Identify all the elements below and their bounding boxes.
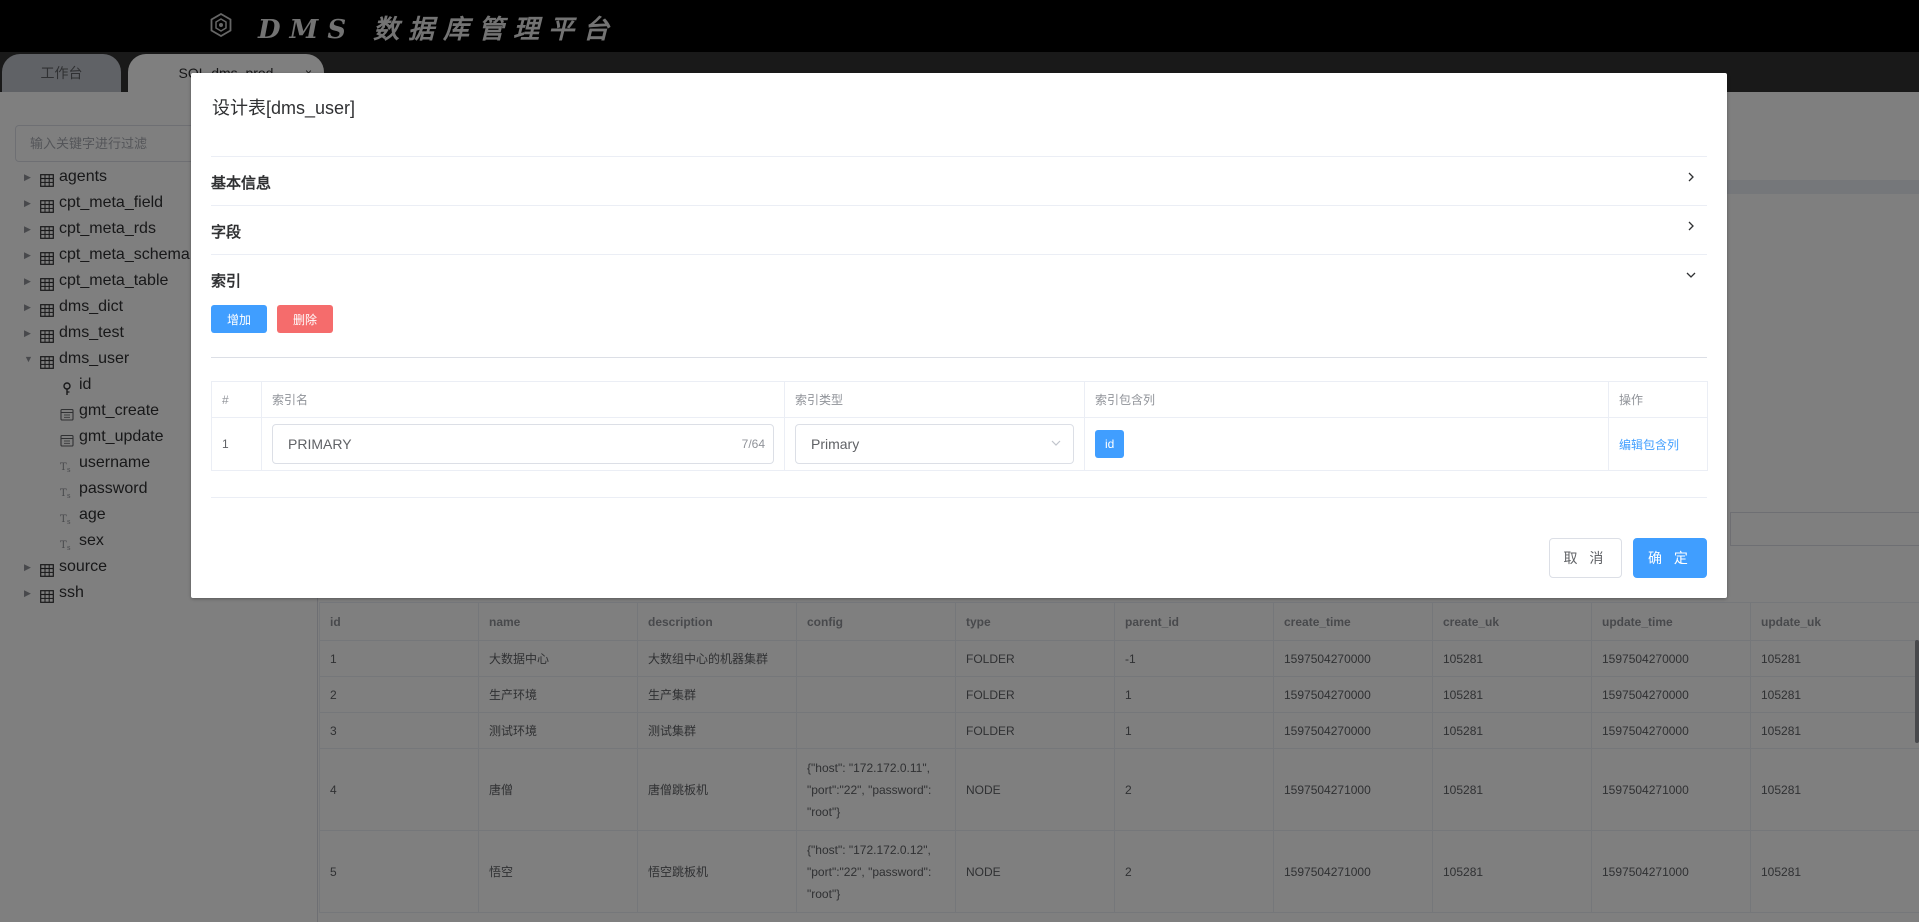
column-tag[interactable]: id bbox=[1095, 430, 1125, 458]
column-header: 索引名 bbox=[261, 381, 785, 418]
section-indexes[interactable]: 索引 bbox=[211, 254, 1707, 303]
index-type-select[interactable]: Primary bbox=[795, 424, 1074, 464]
row-number: 1 bbox=[211, 417, 262, 471]
section-title: 基本信息 bbox=[211, 175, 272, 192]
column-header: # bbox=[211, 381, 262, 418]
index-table: # 索引名 索引类型 索引包含列 操作 1 PRIMARY 7/64 Prima bbox=[211, 381, 1708, 471]
column-header: 操作 bbox=[1608, 381, 1708, 418]
cancel-button[interactable]: 取 消 bbox=[1549, 538, 1622, 578]
section-fields[interactable]: 字段 bbox=[211, 205, 1707, 254]
confirm-button[interactable]: 确 定 bbox=[1633, 538, 1707, 578]
column-header: 索引包含列 bbox=[1084, 381, 1609, 418]
chevron-right-icon bbox=[1688, 172, 1694, 182]
divider bbox=[211, 497, 1707, 498]
design-table-dialog: 设计表[dms_user] 基本信息 字段 索引 增加 删除 # 索引名 索引类… bbox=[191, 73, 1727, 598]
section-title: 索引 bbox=[211, 273, 242, 290]
index-name-input[interactable]: PRIMARY 7/64 bbox=[272, 424, 774, 464]
delete-index-button[interactable]: 删除 bbox=[277, 305, 333, 333]
index-type-value: Primary bbox=[811, 436, 860, 452]
section-basic-info[interactable]: 基本信息 bbox=[211, 156, 1707, 205]
divider bbox=[211, 357, 1707, 358]
index-name-value: PRIMARY bbox=[288, 436, 352, 452]
dialog-title: 设计表[dms_user] bbox=[212, 98, 356, 118]
edit-columns-link[interactable]: 编辑包含列 bbox=[1619, 438, 1679, 452]
section-title: 字段 bbox=[211, 224, 242, 241]
column-header: 索引类型 bbox=[784, 381, 1085, 418]
chevron-down-icon bbox=[1051, 440, 1061, 446]
table-row: 1 PRIMARY 7/64 Primary id 编辑包含列 bbox=[211, 417, 1708, 471]
add-index-button[interactable]: 增加 bbox=[211, 305, 267, 333]
chevron-right-icon bbox=[1688, 221, 1694, 231]
chevron-down-icon bbox=[1686, 272, 1696, 278]
char-count: 7/64 bbox=[741, 437, 765, 451]
